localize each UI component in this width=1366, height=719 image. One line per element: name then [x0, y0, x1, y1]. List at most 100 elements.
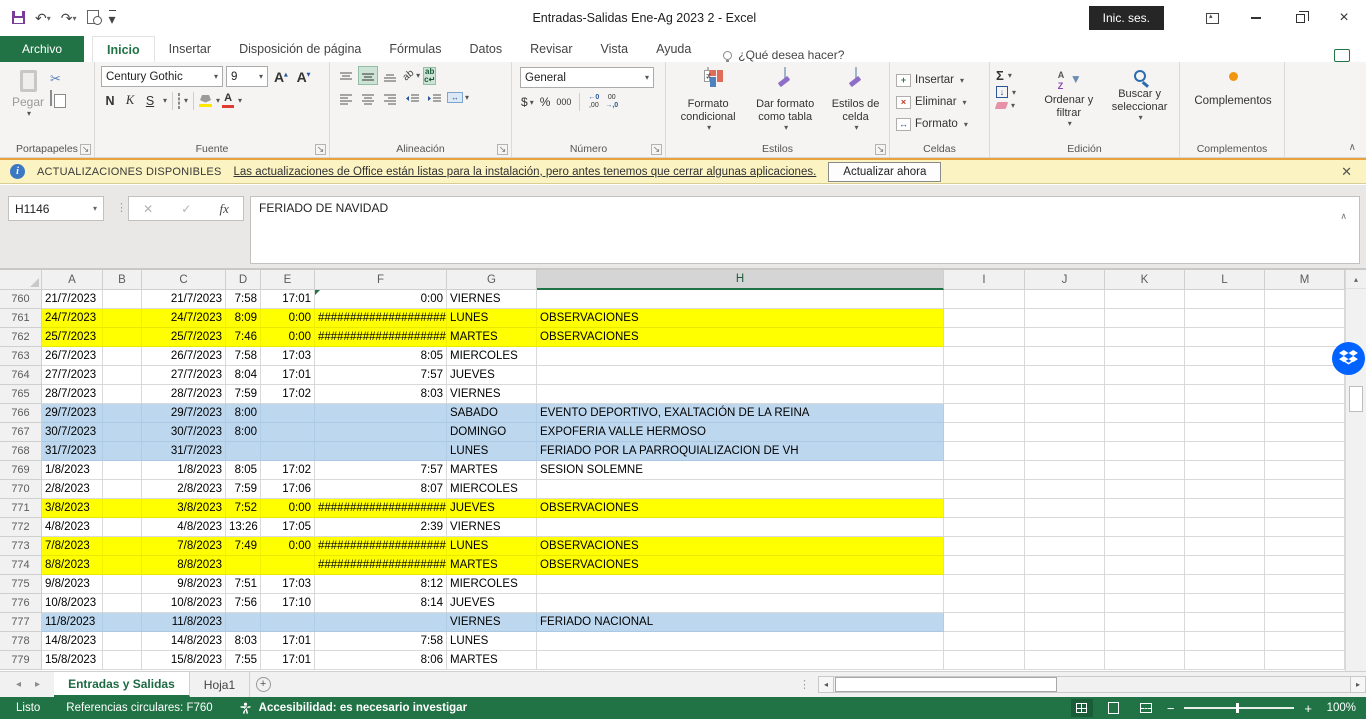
- cell-F777[interactable]: [315, 613, 447, 632]
- cell-J760[interactable]: [1025, 290, 1105, 309]
- cell-H772[interactable]: [537, 518, 944, 537]
- row-header-762[interactable]: 762: [0, 328, 42, 347]
- cell-G778[interactable]: LUNES: [447, 632, 537, 651]
- wrap-text-icon[interactable]: abc↵: [423, 67, 436, 85]
- cell-L778[interactable]: [1185, 632, 1265, 651]
- cell-G776[interactable]: JUEVES: [447, 594, 537, 613]
- cell-F764[interactable]: 7:57: [315, 366, 447, 385]
- clipboard-dialog-launcher-icon[interactable]: ↘: [80, 144, 91, 155]
- collapse-formula-bar-icon[interactable]: ∧: [1340, 211, 1347, 222]
- cell-G779[interactable]: MARTES: [447, 651, 537, 670]
- cell-A773[interactable]: 7/8/2023: [42, 537, 103, 556]
- cell-I765[interactable]: [944, 385, 1025, 404]
- sheet-tab-entradas[interactable]: Entradas y Salidas: [54, 672, 190, 697]
- cell-M765[interactable]: [1265, 385, 1345, 404]
- cell-H773[interactable]: OBSERVACIONES: [537, 537, 944, 556]
- cell-E760[interactable]: 17:01: [261, 290, 315, 309]
- cell-M764[interactable]: [1265, 366, 1345, 385]
- cell-E776[interactable]: 17:10: [261, 594, 315, 613]
- cell-A766[interactable]: 29/7/2023: [42, 404, 103, 423]
- fill-color-icon[interactable]: [199, 95, 212, 107]
- cell-I770[interactable]: [944, 480, 1025, 499]
- cell-L771[interactable]: [1185, 499, 1265, 518]
- cell-F761[interactable]: ####################: [315, 309, 447, 328]
- row-header-767[interactable]: 767: [0, 423, 42, 442]
- name-box[interactable]: H1146 ▾: [8, 196, 104, 221]
- column-header-B[interactable]: B: [103, 270, 142, 290]
- cell-K774[interactable]: [1105, 556, 1185, 575]
- conditional-formatting-button[interactable]: ≠ Formato condicional ▾: [672, 68, 744, 141]
- tab-inicio[interactable]: Inicio: [92, 36, 155, 62]
- cell-M778[interactable]: [1265, 632, 1345, 651]
- cell-M774[interactable]: [1265, 556, 1345, 575]
- cell-F778[interactable]: 7:58: [315, 632, 447, 651]
- cell-H774[interactable]: OBSERVACIONES: [537, 556, 944, 575]
- alignment-dialog-launcher-icon[interactable]: ↘: [497, 144, 508, 155]
- cell-M766[interactable]: [1265, 404, 1345, 423]
- cell-G760[interactable]: VIERNES: [447, 290, 537, 309]
- formula-bar-splitter[interactable]: ⋮: [116, 201, 127, 214]
- cell-H771[interactable]: OBSERVACIONES: [537, 499, 944, 518]
- cell-K778[interactable]: [1105, 632, 1185, 651]
- row-header-775[interactable]: 775: [0, 575, 42, 594]
- tab-archivo[interactable]: Archivo: [0, 36, 84, 62]
- cell-D763[interactable]: 7:58: [226, 347, 261, 366]
- cell-E773[interactable]: 0:00: [261, 537, 315, 556]
- cell-C772[interactable]: 4/8/2023: [142, 518, 226, 537]
- scroll-up-icon[interactable]: ▴: [1346, 270, 1366, 289]
- cell-B768[interactable]: [103, 442, 142, 461]
- cell-K770[interactable]: [1105, 480, 1185, 499]
- cell-E771[interactable]: 0:00: [261, 499, 315, 518]
- cell-A778[interactable]: 14/8/2023: [42, 632, 103, 651]
- number-dialog-launcher-icon[interactable]: ↘: [651, 144, 662, 155]
- cell-H769[interactable]: SESION SOLEMNE: [537, 461, 944, 480]
- cell-I774[interactable]: [944, 556, 1025, 575]
- cell-D779[interactable]: 7:55: [226, 651, 261, 670]
- cell-C769[interactable]: 1/8/2023: [142, 461, 226, 480]
- cell-J775[interactable]: [1025, 575, 1105, 594]
- tab-disposicion[interactable]: Disposición de página: [225, 36, 375, 62]
- cell-D769[interactable]: 8:05: [226, 461, 261, 480]
- save-icon[interactable]: [12, 11, 25, 26]
- cell-H768[interactable]: FERIADO POR LA PARROQUIALIZACION DE VH: [537, 442, 944, 461]
- cell-E777[interactable]: [261, 613, 315, 632]
- column-header-H[interactable]: H: [537, 270, 944, 290]
- format-as-table-button[interactable]: Dar formato como tabla ▾: [746, 68, 824, 141]
- horizontal-scroll-track[interactable]: [834, 676, 1350, 693]
- column-header-M[interactable]: M: [1265, 270, 1345, 290]
- cell-F769[interactable]: 7:57: [315, 461, 447, 480]
- row-header-766[interactable]: 766: [0, 404, 42, 423]
- cell-E772[interactable]: 17:05: [261, 518, 315, 537]
- cell-A771[interactable]: 3/8/2023: [42, 499, 103, 518]
- addins-button[interactable]: Complementos: [1194, 95, 1271, 107]
- row-header-772[interactable]: 772: [0, 518, 42, 537]
- cell-G762[interactable]: MARTES: [447, 328, 537, 347]
- row-header-769[interactable]: 769: [0, 461, 42, 480]
- cell-A777[interactable]: 11/8/2023: [42, 613, 103, 632]
- format-cells-button[interactable]: ↔ Formato ▾: [896, 113, 985, 135]
- zoom-level[interactable]: 100%: [1322, 702, 1356, 714]
- cell-L768[interactable]: [1185, 442, 1265, 461]
- cell-I766[interactable]: [944, 404, 1025, 423]
- cell-K769[interactable]: [1105, 461, 1185, 480]
- cell-D766[interactable]: 8:00: [226, 404, 261, 423]
- cell-D773[interactable]: 7:49: [226, 537, 261, 556]
- cell-L769[interactable]: [1185, 461, 1265, 480]
- cell-G766[interactable]: SABADO: [447, 404, 537, 423]
- clear-icon[interactable]: ▾: [996, 101, 1033, 110]
- cell-M770[interactable]: [1265, 480, 1345, 499]
- row-header-774[interactable]: 774: [0, 556, 42, 575]
- cell-A768[interactable]: 31/7/2023: [42, 442, 103, 461]
- cell-L779[interactable]: [1185, 651, 1265, 670]
- cell-E778[interactable]: 17:01: [261, 632, 315, 651]
- cell-B769[interactable]: [103, 461, 142, 480]
- align-center-icon[interactable]: [358, 88, 378, 107]
- cell-K777[interactable]: [1105, 613, 1185, 632]
- cell-I761[interactable]: [944, 309, 1025, 328]
- cell-B770[interactable]: [103, 480, 142, 499]
- cell-B763[interactable]: [103, 347, 142, 366]
- cell-J762[interactable]: [1025, 328, 1105, 347]
- cell-K760[interactable]: [1105, 290, 1185, 309]
- cell-G770[interactable]: MIERCOLES: [447, 480, 537, 499]
- cell-F767[interactable]: [315, 423, 447, 442]
